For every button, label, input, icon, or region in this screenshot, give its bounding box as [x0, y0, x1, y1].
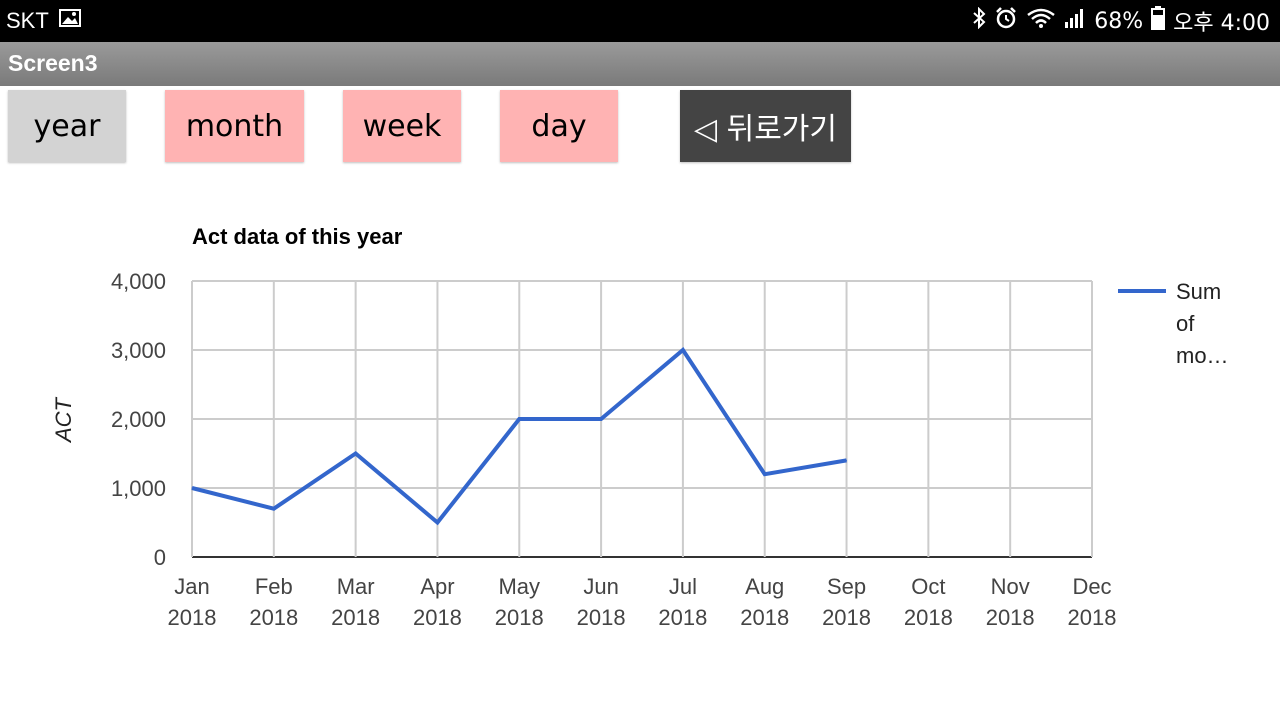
x-tick-label: May 2018 [495, 574, 544, 630]
week-button[interactable]: week [343, 90, 461, 162]
month-button[interactable]: month [165, 90, 304, 162]
x-tick-label: Nov 2018 [986, 574, 1035, 630]
carrier-label: SKT [6, 8, 49, 33]
data-point [273, 508, 275, 510]
title-bar: Screen3 [0, 42, 1280, 86]
data-point [518, 418, 520, 420]
x-tick-label: Mar 2018 [331, 574, 380, 630]
data-point [436, 522, 438, 523]
data-point [355, 453, 357, 454]
data-point [191, 487, 193, 489]
x-tick-label: Aug 2018 [740, 574, 789, 630]
x-tick-label: Oct 2018 [904, 574, 953, 630]
year-button[interactable]: year [8, 90, 126, 162]
x-tick-label: Sep 2018 [822, 574, 871, 630]
bluetooth-icon [972, 6, 986, 35]
act-line-chart: Act data of this year 0 1,000 2,000 3,000 4,0… [51, 224, 1229, 630]
status-bar: SKT 68% 오후 4:00 [0, 0, 1280, 42]
y-tick-label: 4,000 [111, 269, 166, 294]
y-tick-label: 1,000 [111, 476, 166, 501]
day-button[interactable]: day [500, 90, 618, 162]
battery-icon [1151, 6, 1166, 36]
data-point [600, 418, 602, 420]
y-tick-label: 2,000 [111, 407, 166, 432]
battery-percent: 68% [1094, 8, 1144, 34]
x-tick-label: Jan 2018 [168, 574, 217, 630]
signal-icon [1064, 7, 1086, 35]
y-tick-label: 0 [154, 545, 166, 570]
x-tick-label: Feb 2018 [249, 574, 298, 630]
image-icon [58, 8, 81, 34]
y-tick-label: 3,000 [111, 338, 166, 363]
back-button[interactable]: ◁ 뒤로가기 [680, 90, 851, 162]
x-tick-label: Apr 2018 [413, 574, 462, 630]
alarm-icon [994, 6, 1018, 36]
wifi-icon [1026, 7, 1056, 35]
legend-label: Sum of mo… [1176, 279, 1229, 368]
data-point [682, 349, 684, 351]
data-point [846, 459, 848, 461]
screen-title: Screen3 [8, 50, 98, 76]
clock: 오후 4:00 [1173, 11, 1270, 36]
x-tick-label: Jul 2018 [658, 574, 707, 630]
x-tick-label: Jun 2018 [577, 574, 626, 630]
x-tick-label: Dec 2018 [1068, 574, 1117, 630]
y-axis-label: ACT [51, 396, 76, 444]
chart-title: Act data of this year [192, 224, 403, 249]
data-point [764, 473, 766, 475]
